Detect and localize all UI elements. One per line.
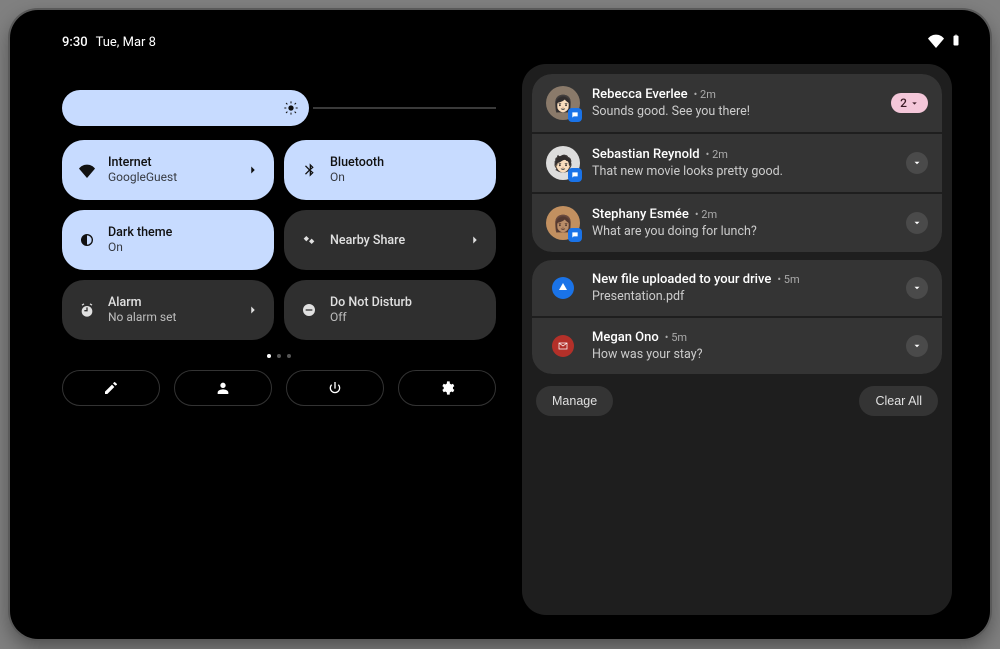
notif-expand[interactable] bbox=[906, 335, 928, 357]
notif-title: Sebastian Reynold bbox=[592, 147, 700, 162]
alarm-icon bbox=[76, 302, 98, 318]
chevron-down-icon bbox=[912, 283, 922, 293]
power-button[interactable] bbox=[286, 370, 384, 406]
chevron-right-icon[interactable] bbox=[246, 302, 260, 318]
notif-time: • 5m bbox=[777, 273, 799, 286]
user-icon bbox=[215, 380, 231, 396]
settings-button[interactable] bbox=[398, 370, 496, 406]
notification-item[interactable]: 👩🏻 Rebecca Everlee • 2m Sounds good. See… bbox=[532, 74, 942, 132]
qs-tiles: Internet GoogleGuest Bluetooth On bbox=[62, 140, 496, 340]
avatar: 🧑🏻 bbox=[546, 146, 580, 180]
notif-time: • 5m bbox=[665, 331, 687, 344]
wifi-icon bbox=[76, 162, 98, 178]
chevron-down-icon bbox=[910, 99, 919, 108]
avatar: 👩🏻 bbox=[546, 86, 580, 120]
notif-title: Rebecca Everlee bbox=[592, 87, 688, 102]
tile-sub: GoogleGuest bbox=[108, 170, 246, 184]
drive-app-icon bbox=[552, 277, 574, 299]
notif-time: • 2m bbox=[695, 208, 717, 221]
tile-title: Dark theme bbox=[108, 225, 260, 240]
status-date: Tue, Mar 8 bbox=[96, 35, 156, 50]
conversations-group: 👩🏻 Rebecca Everlee • 2m Sounds good. See… bbox=[532, 74, 942, 252]
chevron-down-icon bbox=[912, 158, 922, 168]
brightness-icon bbox=[281, 98, 301, 118]
notification-item[interactable]: 👩🏽 Stephany Esmée • 2m What are you doin… bbox=[532, 194, 942, 252]
pager-dot bbox=[287, 354, 291, 358]
tile-title: Internet bbox=[108, 155, 246, 170]
tile-title: Bluetooth bbox=[330, 155, 482, 170]
other-notifs-group: New file uploaded to your drive • 5m Pre… bbox=[532, 260, 942, 374]
battery-status-icon bbox=[950, 32, 962, 52]
pager-dot bbox=[267, 354, 271, 358]
notif-title: Stephany Esmée bbox=[592, 207, 689, 222]
bluetooth-icon bbox=[298, 162, 320, 178]
notif-text: That new movie looks pretty good. bbox=[592, 164, 894, 179]
notif-count-expand[interactable]: 2 bbox=[891, 93, 928, 113]
tile-dark-theme[interactable]: Dark theme On bbox=[62, 210, 274, 270]
tile-sub: No alarm set bbox=[108, 310, 246, 324]
power-icon bbox=[327, 380, 343, 396]
notif-text: How was your stay? bbox=[592, 347, 894, 362]
pager-dots bbox=[62, 354, 496, 358]
notif-time: • 2m bbox=[694, 88, 716, 101]
tile-sub: On bbox=[330, 170, 482, 184]
tile-internet[interactable]: Internet GoogleGuest bbox=[62, 140, 274, 200]
messages-app-badge-icon bbox=[568, 168, 582, 182]
pager-dot bbox=[277, 354, 281, 358]
tile-nearby-share[interactable]: Nearby Share bbox=[284, 210, 496, 270]
notif-title: Megan Ono bbox=[592, 330, 659, 345]
brightness-slider[interactable] bbox=[62, 90, 496, 126]
chevron-down-icon bbox=[912, 218, 922, 228]
wifi-status-icon bbox=[928, 32, 944, 52]
manage-button[interactable]: Manage bbox=[536, 386, 613, 416]
tile-bluetooth[interactable]: Bluetooth On bbox=[284, 140, 496, 200]
chevron-right-icon[interactable] bbox=[468, 232, 482, 248]
nearby-share-icon bbox=[298, 232, 320, 248]
notif-title: New file uploaded to your drive bbox=[592, 272, 771, 287]
status-right bbox=[928, 32, 962, 52]
edit-button[interactable] bbox=[62, 370, 160, 406]
tile-alarm[interactable]: Alarm No alarm set bbox=[62, 280, 274, 340]
qs-footer-buttons bbox=[62, 370, 496, 406]
notification-item[interactable]: New file uploaded to your drive • 5m Pre… bbox=[532, 260, 942, 316]
tile-title: Do Not Disturb bbox=[330, 295, 482, 310]
pencil-icon bbox=[103, 380, 119, 396]
gear-icon bbox=[439, 380, 455, 396]
quick-settings-panel: Internet GoogleGuest Bluetooth On bbox=[62, 64, 496, 615]
contrast-icon bbox=[76, 232, 98, 248]
notifications-panel: 👩🏻 Rebecca Everlee • 2m Sounds good. See… bbox=[522, 64, 952, 615]
notification-item[interactable]: 🧑🏻 Sebastian Reynold • 2m That new movie… bbox=[532, 134, 942, 192]
notif-text: What are you doing for lunch? bbox=[592, 224, 894, 239]
messages-app-badge-icon bbox=[568, 108, 582, 122]
do-not-disturb-icon bbox=[298, 302, 320, 318]
messages-app-badge-icon bbox=[568, 228, 582, 242]
status-bar: 9:30 Tue, Mar 8 bbox=[62, 32, 962, 52]
brightness-track[interactable] bbox=[313, 107, 496, 109]
notif-time: • 2m bbox=[706, 148, 728, 161]
tile-title: Alarm bbox=[108, 295, 246, 310]
tile-do-not-disturb[interactable]: Do Not Disturb Off bbox=[284, 280, 496, 340]
clear-all-button[interactable]: Clear All bbox=[859, 386, 938, 416]
notif-expand[interactable] bbox=[906, 152, 928, 174]
notif-text: Presentation.pdf bbox=[592, 289, 894, 304]
tile-sub: On bbox=[108, 240, 260, 254]
chevron-down-icon bbox=[912, 341, 922, 351]
notif-text: Sounds good. See you there! bbox=[592, 104, 879, 119]
status-left: 9:30 Tue, Mar 8 bbox=[62, 35, 156, 50]
notif-expand[interactable] bbox=[906, 212, 928, 234]
user-button[interactable] bbox=[174, 370, 272, 406]
chevron-right-icon[interactable] bbox=[246, 162, 260, 178]
notif-actions: Manage Clear All bbox=[532, 382, 942, 416]
tile-sub: Off bbox=[330, 310, 482, 324]
tile-title: Nearby Share bbox=[330, 233, 468, 248]
avatar: 👩🏽 bbox=[546, 206, 580, 240]
status-time: 9:30 bbox=[62, 35, 88, 50]
notification-item[interactable]: Megan Ono • 5m How was your stay? bbox=[532, 318, 942, 374]
gmail-app-icon bbox=[552, 335, 574, 357]
notif-expand[interactable] bbox=[906, 277, 928, 299]
